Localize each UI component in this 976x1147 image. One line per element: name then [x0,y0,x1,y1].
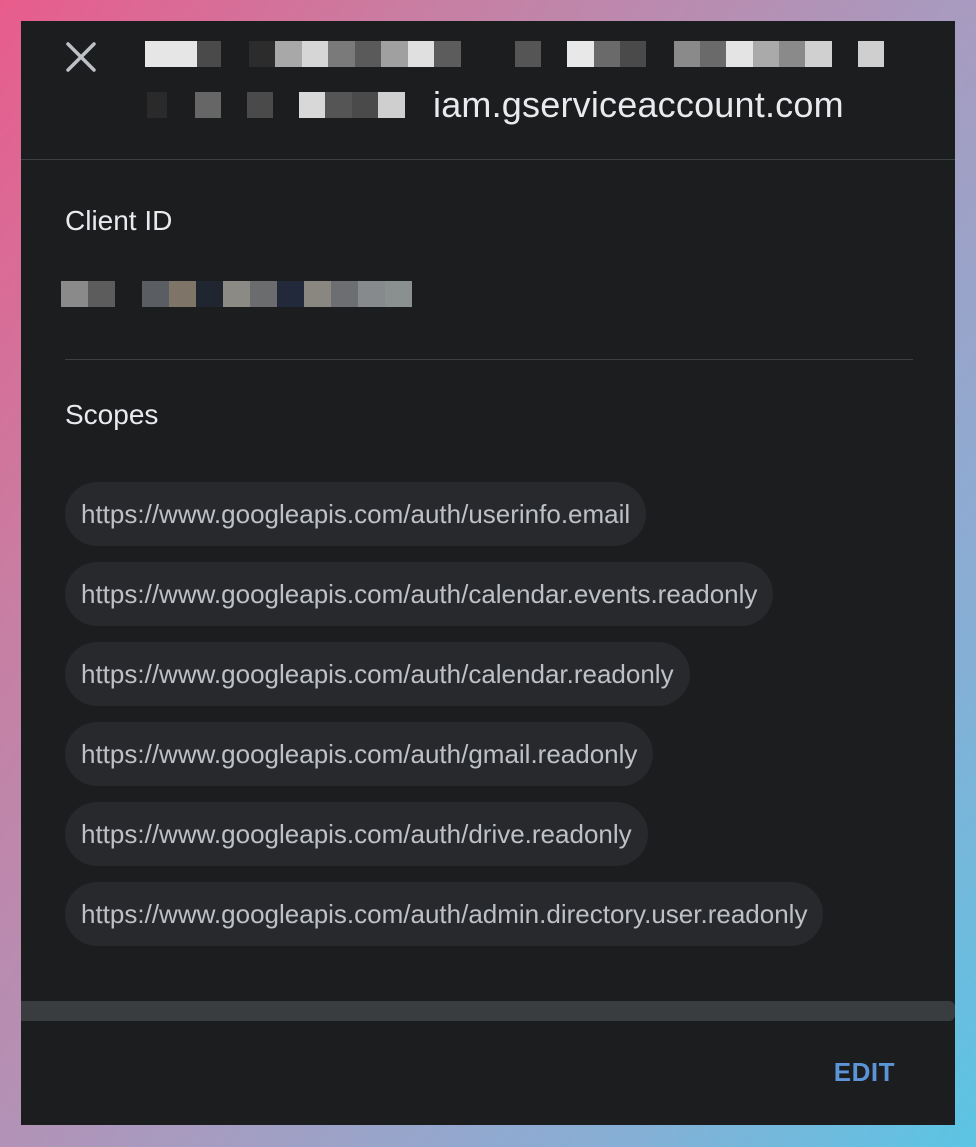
redacted-title-line1 [145,41,884,67]
title-line2: iam.gserviceaccount.com [147,81,844,129]
scope-chip[interactable]: https://www.googleapis.com/auth/calendar… [65,642,690,706]
scope-chip[interactable]: https://www.googleapis.com/auth/admin.di… [65,882,824,946]
section-divider [65,359,913,360]
scopes-label: Scopes [65,399,159,430]
scope-chip[interactable]: https://www.googleapis.com/auth/gmail.re… [65,722,654,786]
scope-chip[interactable]: https://www.googleapis.com/auth/userinfo… [65,482,647,546]
redacted-client-id [61,281,412,307]
horizontal-scrollbar[interactable] [21,1001,955,1021]
scopes-list: https://www.googleapis.com/auth/userinfo… [65,482,824,946]
redacted-title-prefix [147,92,405,118]
dialog-header: iam.gserviceaccount.com [21,21,955,160]
service-account-dialog: iam.gserviceaccount.com Client ID Scopes… [21,21,955,1125]
scope-chip[interactable]: https://www.googleapis.com/auth/calendar… [65,562,774,626]
client-id-label: Client ID [65,205,173,236]
close-icon [61,37,101,77]
scope-chip[interactable]: https://www.googleapis.com/auth/drive.re… [65,802,648,866]
service-account-domain: iam.gserviceaccount.com [433,84,844,125]
close-button[interactable] [61,37,101,77]
edit-button[interactable]: EDIT [834,1057,895,1088]
